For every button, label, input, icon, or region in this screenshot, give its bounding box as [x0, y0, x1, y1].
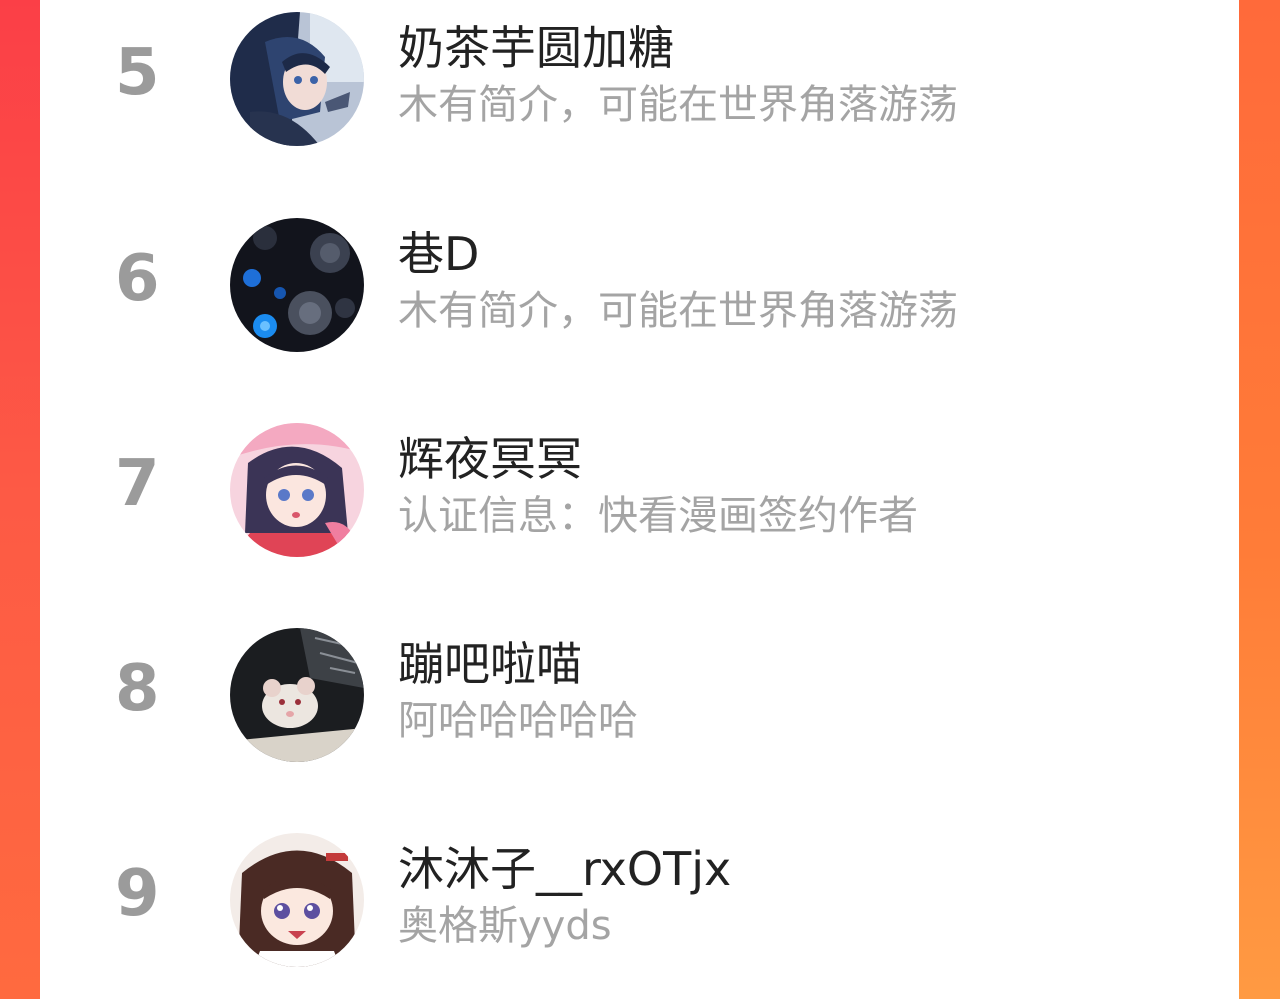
rank-number: 5 [115, 36, 160, 110]
user-avatar[interactable] [230, 12, 364, 146]
ranking-card: 5 奶茶芋圆加糖 木有简介，可能在世界角落游荡 6 巷D 木有简介，可能在世界角… [40, 0, 1239, 999]
rank-number: 9 [115, 857, 160, 931]
ranking-row-7[interactable]: 7 辉夜冥冥 认证信息：快看漫画签约作者 [40, 411, 1239, 557]
dark-roses-avatar-icon [230, 218, 364, 352]
user-avatar[interactable] [230, 833, 364, 967]
white-rat-avatar-icon [230, 628, 364, 762]
anime-girl-dark-blue-hair-avatar-icon [230, 12, 364, 146]
user-description: 认证信息：快看漫画签约作者 [398, 493, 918, 539]
ranking-row-8[interactable]: 8 蹦吧啦喵 阿哈哈哈哈哈 [40, 616, 1239, 762]
user-avatar[interactable] [230, 628, 364, 762]
rank-number: 7 [115, 447, 160, 521]
rank-number: 8 [115, 652, 160, 726]
user-name[interactable]: 辉夜冥冥 [398, 431, 582, 487]
user-avatar[interactable] [230, 423, 364, 557]
anime-chibi-girl-avatar-icon [230, 833, 364, 967]
user-name[interactable]: 巷D [398, 226, 479, 282]
user-description: 奥格斯yyds [398, 903, 612, 949]
user-description: 阿哈哈哈哈哈 [398, 698, 638, 744]
user-description: 木有简介，可能在世界角落游荡 [398, 82, 958, 128]
user-description: 木有简介，可能在世界角落游荡 [398, 288, 958, 334]
user-name[interactable]: 奶茶芋圆加糖 [398, 20, 674, 76]
user-avatar[interactable] [230, 218, 364, 352]
background-right-gradient [1239, 0, 1280, 999]
user-name[interactable]: 沐沐子__rxOTjx [398, 841, 731, 897]
background-left-gradient [0, 0, 40, 999]
ranking-row-5[interactable]: 5 奶茶芋圆加糖 木有简介，可能在世界角落游荡 [40, 0, 1239, 146]
ranking-row-6[interactable]: 6 巷D 木有简介，可能在世界角落游荡 [40, 206, 1239, 352]
page: 5 奶茶芋圆加糖 木有简介，可能在世界角落游荡 6 巷D 木有简介，可能在世界角… [0, 0, 1280, 999]
anime-girl-pink-avatar-icon [230, 423, 364, 557]
user-name[interactable]: 蹦吧啦喵 [398, 636, 582, 692]
rank-number: 6 [115, 242, 160, 316]
ranking-row-9[interactable]: 9 沐沐子__rxOTjx 奥格斯yyds [40, 821, 1239, 967]
